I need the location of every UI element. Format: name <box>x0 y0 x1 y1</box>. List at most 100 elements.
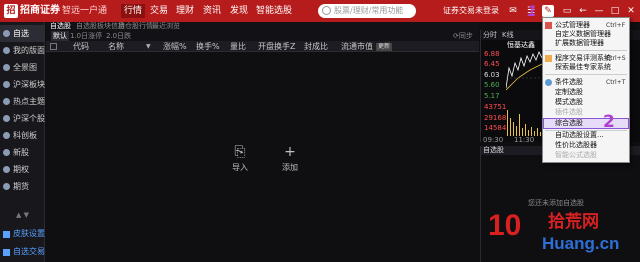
futures-icon <box>3 183 10 190</box>
column-code[interactable]: 代码 <box>73 41 89 52</box>
column-seal-ratio[interactable]: 封成比 <box>304 41 328 52</box>
tab-default[interactable]: 默认 <box>51 31 69 41</box>
column-change[interactable]: 涨幅% <box>163 41 187 52</box>
sidebar-item-label: 沪深板块 <box>13 80 45 89</box>
sidebar-item-options[interactable]: 期权 <box>0 161 45 178</box>
menu-quotes[interactable]: 行情 <box>121 4 146 18</box>
sidebar-watchlist-trade[interactable]: 自选交易 <box>0 244 45 260</box>
menu-item-smart-formula: 智能公式选股 <box>555 151 597 159</box>
menu-item-pattern-pick[interactable]: 模式选股 <box>555 98 583 107</box>
search-input[interactable]: 股票/理财/常用功能 <box>318 4 416 18</box>
import-button[interactable]: ⎘ 导入 <box>220 142 260 182</box>
minimize-window-icon[interactable]: — <box>592 4 606 18</box>
stocks-icon <box>3 115 10 122</box>
tab-drop[interactable]: 2.0日跌 <box>106 31 131 41</box>
add-label: 添加 <box>282 163 298 172</box>
price-label: 6.45 <box>484 60 500 68</box>
menu-news[interactable]: 资讯 <box>203 4 221 18</box>
app-logo: 招招商证券 智远一户通 <box>4 3 116 19</box>
watchlist-empty-text: 您还未添加自选股 <box>528 199 584 207</box>
sidebar-item-label: 皮肤设置 <box>13 229 45 238</box>
column-volume-ratio[interactable]: 量比 <box>230 41 246 52</box>
sidebar-item-ipo[interactable]: 新股 <box>0 144 45 161</box>
hot-icon <box>3 98 10 105</box>
tab-watchlist[interactable]: 自选股 <box>50 22 71 31</box>
maximize-icon[interactable]: □ <box>608 4 622 18</box>
volume-label: 43751 <box>484 103 507 111</box>
mail-icon[interactable]: ✉ <box>506 4 520 18</box>
price-label: 6.88 <box>484 50 500 58</box>
minimize-icon[interactable]: ▭ <box>560 4 574 18</box>
star-market-icon <box>3 132 10 139</box>
sidebar-item-hot-topics[interactable]: 热点主题 <box>0 93 45 110</box>
sidebar-item-my-layout[interactable]: 我的版面 <box>0 42 45 59</box>
sidebar-item-star-market[interactable]: 科创板 <box>0 127 45 144</box>
sidebar-skin-settings[interactable]: 皮肤设置 <box>0 226 45 242</box>
sidebar-item-stocks[interactable]: 沪深个股 <box>0 110 45 127</box>
tab-limit-up[interactable]: 1.0日涨停 <box>70 31 102 41</box>
price-label: 5.17 <box>484 92 500 100</box>
layout-icon <box>3 47 10 54</box>
select-all-checkbox[interactable] <box>50 43 57 50</box>
column-float-cap[interactable]: 流通市值 <box>341 41 373 52</box>
condition-pick-icon <box>545 79 552 86</box>
sectors-icon <box>3 81 10 88</box>
sidebar-item-label: 自选交易 <box>13 247 45 256</box>
time-label: 09:30 <box>483 136 504 144</box>
menu-item-condition-pick[interactable]: 条件选股 <box>555 78 583 87</box>
plus-icon: + <box>284 144 296 160</box>
login-status[interactable]: 证券交易未登录 <box>443 4 499 18</box>
column-open-turnover[interactable]: 开盘换手Z <box>258 41 295 52</box>
shortcut-label: Ctrl+T <box>606 79 626 86</box>
menu-discover[interactable]: 发现 <box>230 4 248 18</box>
column-tag[interactable]: 更新 <box>376 43 393 51</box>
tab-recent[interactable]: 最近浏览 <box>152 22 180 31</box>
menu-item-custom-data[interactable]: 自定义数据管理器 <box>555 30 611 39</box>
shortcut-label: Ctrl+S <box>606 55 626 62</box>
menu-item-value-picker[interactable]: 性价比选股器 <box>555 141 597 150</box>
sidebar-item-watchlist[interactable]: 自选 <box>0 25 45 42</box>
watermark-cn: 拾荒网 <box>548 212 599 232</box>
import-icon: ⎘ <box>234 144 246 160</box>
skin-icon <box>3 231 10 238</box>
tab-intraday[interactable]: 分时 <box>483 30 497 40</box>
formula-manager-icon <box>545 22 552 29</box>
menu-finance[interactable]: 理财 <box>176 4 194 18</box>
price-label: 5.60 <box>484 81 500 89</box>
menu-item-backtest[interactable]: 程序交易评测系统 <box>555 54 611 63</box>
column-name[interactable]: 名称 <box>108 41 124 52</box>
sidebar-item-sectors[interactable]: 沪深板块 <box>0 76 45 93</box>
back-icon[interactable]: ← <box>576 4 590 18</box>
menu-separator <box>545 74 627 75</box>
menu-trade[interactable]: 交易 <box>150 4 168 18</box>
menu-smart-pick[interactable]: 智能选股 <box>256 4 292 18</box>
menu-item-extended-data[interactable]: 扩展数据管理器 <box>555 39 604 48</box>
sidebar-item-futures[interactable]: 期货 <box>0 178 45 195</box>
annotation-step-1: 1 <box>527 4 537 20</box>
formula-icon[interactable]: ✎ <box>542 5 554 17</box>
panorama-icon <box>3 64 10 71</box>
menu-item-auto-pick-settings[interactable]: 自动选股设置... <box>555 131 604 140</box>
menu-item-comprehensive-pick[interactable]: 综合选股 <box>555 119 583 128</box>
sidebar-item-label: 热点主题 <box>13 97 45 106</box>
sidebar-item-panorama[interactable]: 全景图 <box>0 59 45 76</box>
close-icon[interactable]: ✕ <box>624 4 638 18</box>
menu-item-custom-pick[interactable]: 定制选股 <box>555 88 583 97</box>
column-turnover[interactable]: 换手% <box>196 41 220 52</box>
add-button[interactable]: + 添加 <box>270 142 310 182</box>
sync-icon[interactable]: ⟳同步 <box>453 31 473 41</box>
logo-text: 招商证券 <box>20 5 60 16</box>
tab-holdings[interactable]: 持仓股行情 <box>118 22 153 31</box>
menu-item-expert-system[interactable]: 探索最佳专家系统 <box>555 63 611 72</box>
backtest-icon <box>545 55 552 62</box>
menu-separator <box>545 50 627 51</box>
sort-arrow-icon[interactable]: ▼ <box>146 43 151 50</box>
ipo-icon <box>3 149 10 156</box>
sidebar-item-label: 沪深个股 <box>13 114 45 123</box>
menu-item-formula-manager[interactable]: 公式管理器 <box>555 21 590 30</box>
sidebar-collapse-toggle[interactable]: ▲ ▼ <box>4 211 41 219</box>
volume-label: 14584 <box>484 124 507 132</box>
sidebar-item-label: 期权 <box>13 165 29 174</box>
shortcut-label: Ctrl+F <box>606 22 626 29</box>
tab-kline[interactable]: K线 <box>502 30 514 40</box>
